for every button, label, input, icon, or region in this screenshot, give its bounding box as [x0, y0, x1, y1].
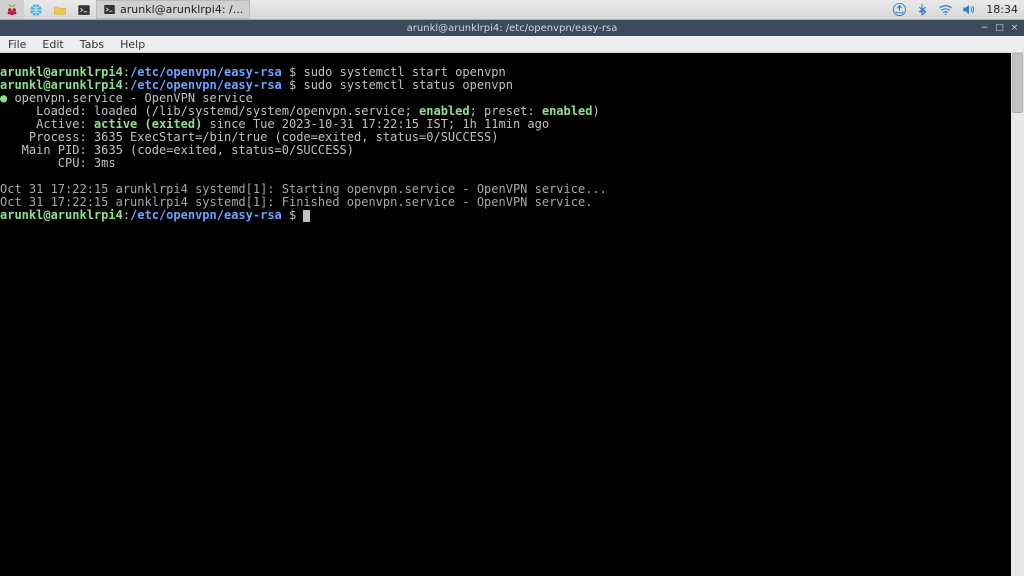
taskbar-entry-terminal[interactable]: arunkl@arunklrpi4: /... [96, 0, 250, 19]
terminal-cursor [303, 210, 310, 222]
file-manager-launcher[interactable] [48, 0, 72, 19]
terminal-viewport[interactable]: arunkl@arunklrpi4:/etc/openvpn/easy-rsa … [0, 53, 1024, 576]
prompt-path: /etc/openvpn/easy-rsa [130, 78, 282, 92]
window-minimize-button[interactable]: − [979, 23, 990, 33]
window-controls: − □ × [979, 23, 1020, 33]
prompt-user: arunkl@arunklrpi4 [0, 78, 123, 92]
status-enabled: enabled [419, 104, 470, 118]
taskbar-entry-label: arunkl@arunklrpi4: /... [120, 3, 243, 16]
menu-edit[interactable]: Edit [34, 37, 71, 52]
menu-tabs[interactable]: Tabs [72, 37, 112, 52]
bluetooth-icon[interactable] [915, 2, 930, 17]
terminal-launcher-1[interactable] [72, 0, 96, 19]
terminal-icon [103, 3, 116, 16]
prompt-path: /etc/openvpn/easy-rsa [130, 65, 282, 79]
command-status: sudo systemctl status openvpn [303, 78, 513, 92]
terminal-scrollbar[interactable] [1011, 53, 1024, 576]
system-tray: 18:34 [892, 2, 1024, 17]
globe-icon [29, 3, 43, 17]
menu-file[interactable]: File [0, 37, 34, 52]
prompt-user: arunkl@arunklrpi4 [0, 65, 123, 79]
log-line-2: Oct 31 17:22:15 arunklrpi4 systemd[1]: F… [0, 195, 592, 209]
start-menu-button[interactable] [0, 0, 24, 19]
status-active: active (exited) [94, 117, 202, 131]
panel-clock[interactable]: 18:34 [984, 3, 1018, 16]
menu-help[interactable]: Help [112, 37, 153, 52]
prompt-user: arunkl@arunklrpi4 [0, 208, 123, 222]
prompt-path: /etc/openvpn/easy-rsa [130, 208, 282, 222]
window-maximize-button[interactable]: □ [994, 23, 1005, 33]
command-start: sudo systemctl start openvpn [303, 65, 505, 79]
terminal-icon [77, 3, 91, 17]
raspberry-pi-icon [5, 3, 19, 17]
window-title-text: arunkl@arunklrpi4: /etc/openvpn/easy-rsa [0, 23, 1024, 34]
volume-icon[interactable] [961, 2, 976, 17]
status-cpu: CPU: 3ms [0, 156, 116, 170]
scrollbar-thumb[interactable] [1012, 53, 1023, 113]
web-browser-launcher[interactable] [24, 0, 48, 19]
window-titlebar[interactable]: arunkl@arunklrpi4: /etc/openvpn/easy-rsa… [0, 20, 1024, 36]
status-service-line: openvpn.service - OpenVPN service [7, 91, 253, 105]
updates-icon[interactable] [892, 2, 907, 17]
window-menubar: File Edit Tabs Help [0, 36, 1024, 53]
wifi-icon[interactable] [938, 2, 953, 17]
log-line-1: Oct 31 17:22:15 arunklrpi4 systemd[1]: S… [0, 182, 607, 196]
system-panel: arunkl@arunklrpi4: /... 18:34 [0, 0, 1024, 20]
window-close-button[interactable]: × [1009, 23, 1020, 33]
status-mainpid: Main PID: 3635 (code=exited, status=0/SU… [0, 143, 354, 157]
status-process: Process: 3635 ExecStart=/bin/true (code=… [0, 130, 499, 144]
folder-icon [53, 3, 67, 17]
